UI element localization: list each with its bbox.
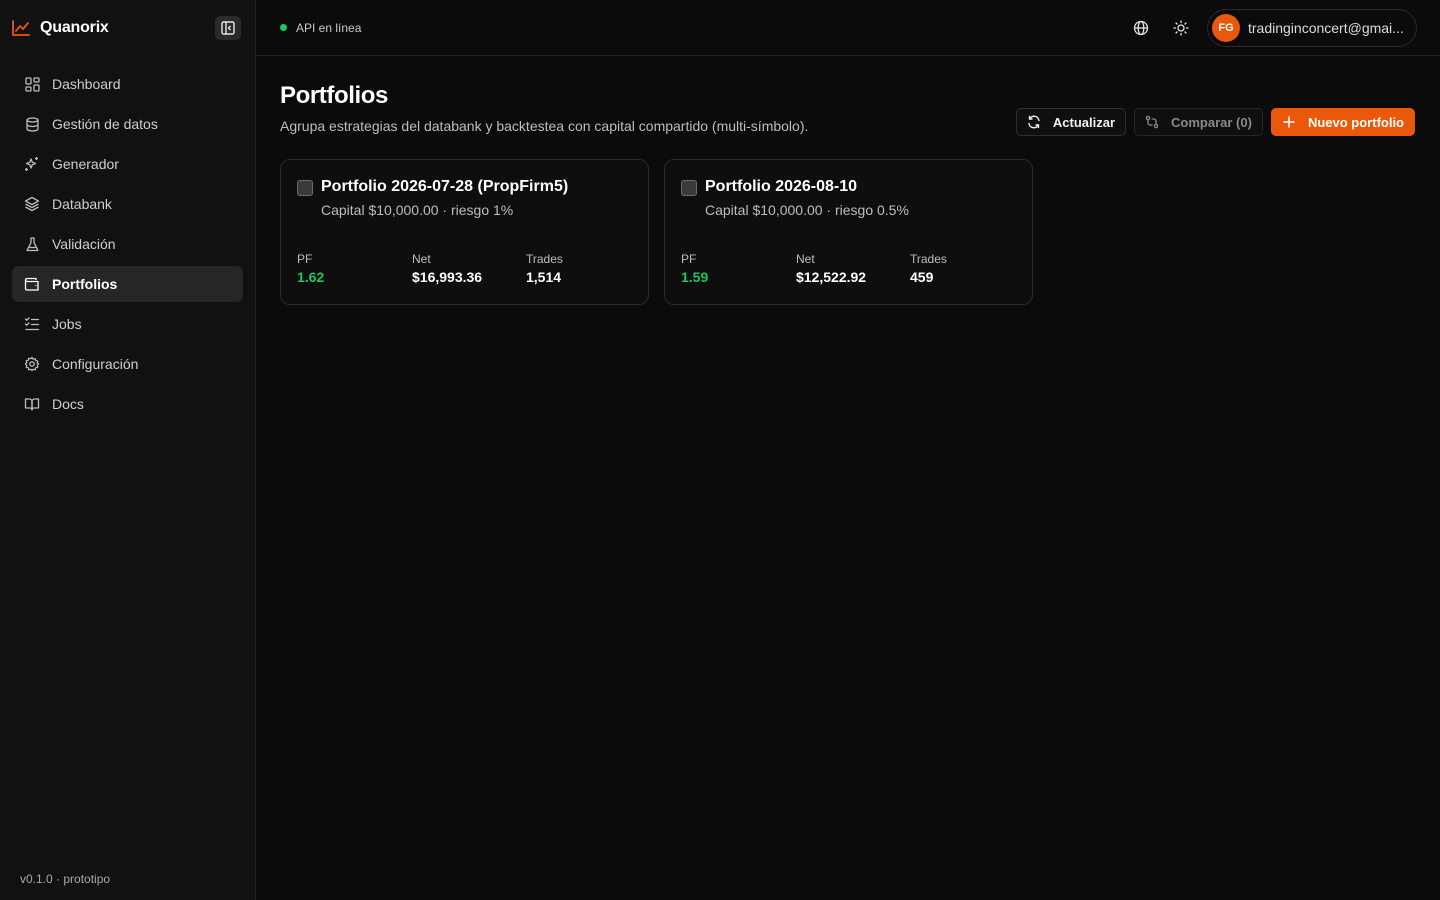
sidebar-item-validacion[interactable]: Validación — [12, 226, 243, 262]
wallet-icon — [24, 276, 40, 292]
sidebar-nav: Dashboard Gestión de datos Generador Dat… — [0, 56, 255, 422]
sidebar-item-docs[interactable]: Docs — [12, 386, 243, 422]
sidebar-item-label: Portfolios — [52, 276, 118, 292]
stat-trades: Trades 1,514 — [526, 252, 563, 285]
user-menu[interactable]: FG tradinginconcert@gmai... — [1207, 8, 1417, 47]
sun-icon — [1173, 19, 1189, 36]
stat-label: Net — [412, 252, 431, 266]
compare-icon — [1145, 115, 1159, 129]
stat-net: Net $16,993.36 — [412, 252, 482, 285]
refresh-icon — [1027, 115, 1041, 129]
stat-label: Trades — [526, 252, 563, 266]
language-button[interactable] — [1127, 14, 1155, 42]
globe-icon — [1133, 20, 1149, 35]
sidebar-item-label: Configuración — [52, 356, 139, 372]
stat-label: PF — [681, 252, 697, 266]
brand-name: Quanorix — [40, 19, 109, 36]
flask-icon — [24, 236, 40, 252]
page-actions: Actualizar Comparar (0) Nuevo portfolio — [1008, 108, 1415, 136]
plus-icon — [1282, 115, 1296, 129]
portfolio-subtitle: Capital $10,000.00 · riesgo 1% — [321, 202, 514, 218]
avatar: FG — [1212, 13, 1240, 42]
sidebar-item-label: Validación — [52, 236, 116, 252]
sidebar-item-databank[interactable]: Databank — [12, 186, 243, 222]
sidebar-item-label: Docs — [52, 396, 84, 412]
status-dot-icon — [280, 24, 287, 31]
sidebar-item-label: Generador — [52, 156, 119, 172]
collapse-sidebar-button[interactable] — [215, 16, 241, 40]
portfolio-select-checkbox[interactable] — [297, 180, 313, 196]
portfolio-card[interactable]: Portfolio 2026-07-28 (PropFirm5) Capital… — [280, 159, 649, 305]
api-status-text: API en línea — [296, 20, 362, 35]
compare-button[interactable]: Comparar (0) — [1134, 108, 1263, 136]
new-portfolio-label: Nuevo portfolio — [1307, 114, 1404, 130]
stat-pf: PF 1.59 — [681, 252, 708, 285]
user-email: tradinginconcert@gmai... — [1248, 19, 1404, 36]
sidebar-item-label: Gestión de datos — [52, 116, 158, 132]
sidebar-item-gestion-datos[interactable]: Gestión de datos — [12, 106, 243, 142]
sidebar-item-label: Databank — [52, 196, 112, 212]
stat-value: 1.62 — [297, 269, 325, 285]
sidebar-item-label: Jobs — [52, 316, 82, 332]
portfolio-select-checkbox[interactable] — [681, 180, 697, 196]
portfolio-subtitle: Capital $10,000.00 · riesgo 0.5% — [705, 202, 909, 218]
book-icon — [24, 396, 40, 412]
brand: Quanorix — [0, 0, 255, 56]
api-status: API en línea — [280, 21, 361, 35]
portfolio-title: Portfolio 2026-07-28 (PropFirm5) — [321, 178, 569, 195]
stat-value: $12,522.92 — [796, 269, 867, 285]
sidebar: Quanorix Dashboard Gestión de datos Gene… — [0, 0, 256, 900]
refresh-button[interactable]: Actualizar — [1015, 108, 1127, 136]
grid-icon — [24, 76, 40, 92]
portfolio-card[interactable]: Portfolio 2026-08-10 Capital $10,000.00 … — [664, 159, 1033, 305]
topbar-actions: FG tradinginconcert@gmai... — [1115, 8, 1417, 47]
new-portfolio-button[interactable]: Nuevo portfolio — [1270, 108, 1415, 136]
page-subtitle: Agrupa estrategias del databank y backte… — [280, 118, 809, 134]
sidebar-item-portfolios[interactable]: Portfolios — [12, 266, 243, 302]
refresh-label: Actualizar — [1052, 114, 1116, 130]
layers-icon — [24, 196, 40, 212]
stat-value: $16,993.36 — [412, 269, 483, 285]
stat-pf: PF 1.62 — [297, 252, 324, 285]
chart-line-icon — [12, 18, 32, 38]
sidebar-item-jobs[interactable]: Jobs — [12, 306, 243, 342]
sidebar-toggle-icon — [221, 21, 235, 35]
stat-value: 1.59 — [681, 269, 709, 285]
stat-label: Trades — [910, 252, 947, 266]
sidebar-item-dashboard[interactable]: Dashboard — [12, 66, 243, 102]
sidebar-item-label: Dashboard — [52, 76, 121, 92]
stat-net: Net $12,522.92 — [796, 252, 866, 285]
stat-trades: Trades 459 — [910, 252, 947, 285]
stat-value: 1,514 — [526, 269, 562, 285]
sidebar-item-configuracion[interactable]: Configuración — [12, 346, 243, 382]
database-icon — [24, 116, 40, 132]
compare-label: Comparar (0) — [1171, 114, 1252, 130]
gear-icon — [24, 356, 40, 372]
stat-label: PF — [297, 252, 313, 266]
stat-value: 459 — [910, 269, 934, 285]
topbar: API en línea FG tradinginconcert@gmai... — [256, 0, 1440, 56]
portfolio-list: Portfolio 2026-07-28 (PropFirm5) Capital… — [280, 159, 1048, 305]
sparkles-icon — [24, 156, 40, 172]
page-title: Portfolios — [280, 82, 388, 109]
portfolio-title: Portfolio 2026-08-10 — [705, 178, 858, 195]
theme-toggle-button[interactable] — [1167, 14, 1195, 42]
list-checks-icon — [24, 316, 40, 332]
version-label: v0.1.0 · prototipo — [20, 872, 111, 886]
sidebar-item-generador[interactable]: Generador — [12, 146, 243, 182]
stat-label: Net — [796, 252, 815, 266]
